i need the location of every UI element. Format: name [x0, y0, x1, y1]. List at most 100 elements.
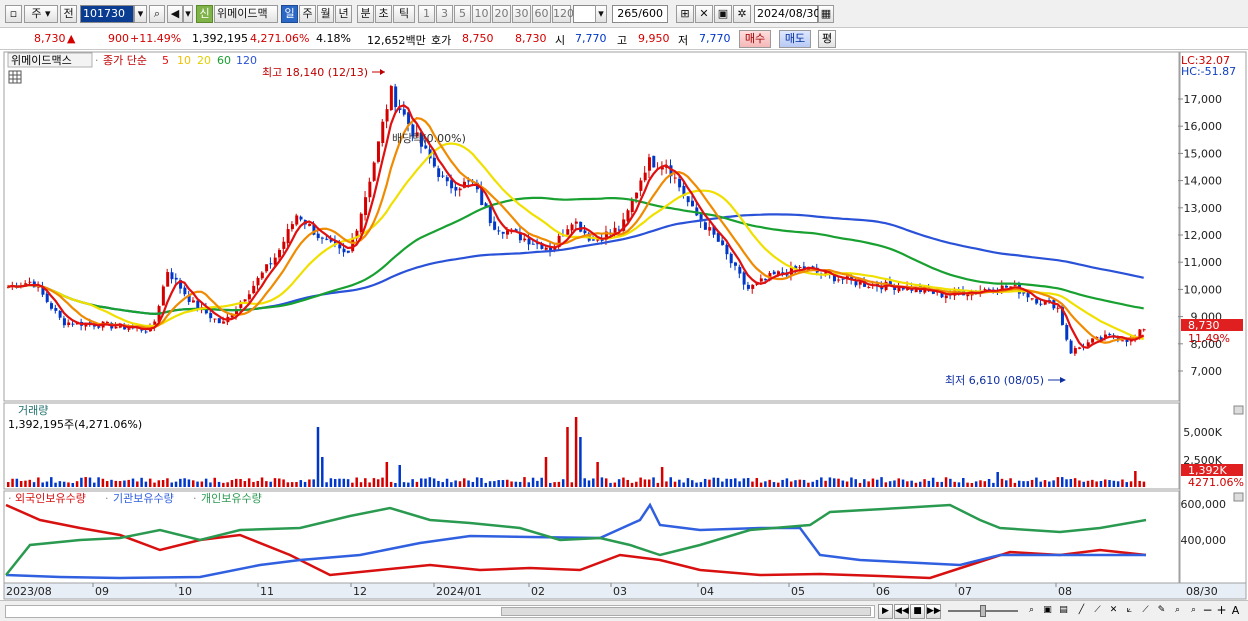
- candle-body: [213, 318, 217, 320]
- period-main-select[interactable]: 주 ▾: [24, 5, 58, 23]
- volume-bar: [643, 479, 647, 487]
- candle-body: [708, 227, 712, 231]
- speaker-icon[interactable]: ◀: [167, 5, 183, 23]
- period-sub-button[interactable]: 전: [60, 5, 77, 23]
- sell-button[interactable]: 매도: [779, 30, 811, 48]
- candle-body: [858, 281, 862, 285]
- volume-bar: [828, 477, 832, 487]
- draw-erase-icon[interactable]: ✎: [1154, 604, 1169, 619]
- chart-area[interactable]: 17,000 16,000 15,000 14,000 13,000 12,000 11,0…: [0, 50, 1248, 600]
- interval-60[interactable]: 60: [532, 5, 551, 23]
- candle-body: [523, 238, 527, 241]
- tab-tick[interactable]: 틱: [393, 5, 415, 23]
- draw-cross-icon[interactable]: ✕: [1106, 604, 1121, 619]
- volume-bar: [699, 482, 703, 487]
- candle-body: [325, 238, 329, 240]
- holdings-panel-close-icon[interactable]: [1233, 492, 1244, 502]
- draw-line-icon[interactable]: ╱: [1074, 604, 1089, 619]
- draw-trend-icon[interactable]: ⟋: [1090, 604, 1105, 619]
- candle-body: [265, 264, 269, 272]
- draw-fan-icon[interactable]: ⟋: [1138, 604, 1153, 619]
- stock-code-input[interactable]: 101730: [80, 5, 134, 23]
- gear-icon[interactable]: ✲: [733, 5, 751, 23]
- bid-price-1: 8,750: [462, 32, 494, 45]
- zoom-slider-handle[interactable]: [980, 605, 986, 617]
- ma-legend-5[interactable]: 5: [162, 54, 169, 67]
- tab-day[interactable]: 일: [281, 5, 298, 23]
- fast-forward-icon[interactable]: ▶▶: [926, 604, 941, 619]
- date-input[interactable]: 2024/08/30: [754, 5, 820, 23]
- foreign-holdings-legend[interactable]: 외국인보유수량: [15, 492, 86, 505]
- interval-10[interactable]: 10: [472, 5, 491, 23]
- volume-bar: [708, 479, 711, 487]
- volume-bar: [480, 478, 483, 487]
- candle-body: [316, 233, 320, 239]
- tab-second[interactable]: 초: [375, 5, 392, 23]
- institution-holdings-legend[interactable]: 기관보유수량: [113, 492, 174, 505]
- volume-bar: [222, 482, 225, 487]
- candle-body: [278, 249, 282, 258]
- speaker-dropdown-icon[interactable]: ▾: [183, 5, 193, 23]
- volume-bar: [376, 479, 380, 487]
- individual-holdings-legend[interactable]: 개인보유수량: [201, 492, 262, 505]
- candle-body: [867, 286, 871, 288]
- custom-interval-dropdown-icon[interactable]: ▾: [595, 5, 607, 23]
- price-axis-label: 15,000: [1184, 147, 1223, 160]
- count-field[interactable]: 265/600: [612, 5, 668, 23]
- scroll-track[interactable]: [5, 605, 875, 618]
- search-icon[interactable]: ⌕: [149, 5, 165, 23]
- crosshair-icon[interactable]: ✕: [695, 5, 713, 23]
- stop-icon[interactable]: ■: [910, 604, 925, 619]
- interval-5[interactable]: 5: [454, 5, 471, 23]
- ma-legend-60[interactable]: 60: [217, 54, 231, 67]
- table-toggle-icon[interactable]: [8, 70, 22, 84]
- zoom-in-icon[interactable]: +: [1214, 604, 1229, 619]
- interval-3[interactable]: 3: [436, 5, 453, 23]
- calendar-icon[interactable]: ▦: [818, 5, 834, 23]
- volume-bar: [669, 477, 672, 487]
- volume-bar: [381, 477, 384, 487]
- volume-bar: [897, 478, 900, 487]
- search-small-icon[interactable]: ⌕: [1170, 604, 1185, 619]
- volume-bar: [755, 478, 759, 487]
- interval-20[interactable]: 20: [492, 5, 511, 23]
- volume-panel-close-icon[interactable]: [1233, 405, 1244, 415]
- zoom-out-glass-icon[interactable]: ⌕: [1186, 604, 1201, 619]
- ma-legend-20[interactable]: 20: [197, 54, 211, 67]
- magnify-icon[interactable]: ⌕: [1024, 604, 1039, 619]
- code-dropdown-icon[interactable]: ▾: [134, 5, 147, 23]
- draw-angle-icon[interactable]: ⟀: [1122, 604, 1137, 619]
- ma-legend-10[interactable]: 10: [177, 54, 191, 67]
- scroll-right-icon[interactable]: ▶: [878, 604, 893, 619]
- hc-value: HC:-51.87: [1181, 65, 1236, 78]
- high-price: 9,950: [638, 32, 670, 45]
- volume-bar: [200, 481, 204, 487]
- interval-120[interactable]: 120: [552, 5, 574, 23]
- buy-button[interactable]: 매수: [739, 30, 771, 48]
- price-axis-label: 10,000: [1184, 283, 1223, 296]
- zoom-out-icon[interactable]: −: [1200, 604, 1215, 619]
- window-menu-icon[interactable]: ▫: [5, 5, 22, 23]
- scroll-thumb[interactable]: [501, 607, 871, 616]
- save-icon[interactable]: ▣: [714, 5, 732, 23]
- layout-split-icon[interactable]: ▤: [1056, 604, 1071, 619]
- tab-week[interactable]: 주: [299, 5, 316, 23]
- candle-type-icon[interactable]: ⊞: [676, 5, 694, 23]
- ma-legend-120[interactable]: 120: [236, 54, 257, 67]
- eval-button[interactable]: 평: [818, 30, 836, 48]
- tab-minute[interactable]: 분: [357, 5, 374, 23]
- tab-year[interactable]: 년: [335, 5, 352, 23]
- candle-body: [450, 180, 454, 189]
- tab-month[interactable]: 월: [317, 5, 334, 23]
- interval-1[interactable]: 1: [418, 5, 435, 23]
- layout-icon[interactable]: ▣: [1040, 604, 1055, 619]
- volume-bar: [93, 482, 96, 487]
- volume-bar: [475, 477, 479, 487]
- rewind-icon[interactable]: ◀◀: [894, 604, 909, 619]
- font-size-icon[interactable]: A: [1228, 604, 1243, 619]
- volume-bar: [187, 479, 191, 487]
- volume-bar: [742, 478, 746, 487]
- interval-30[interactable]: 30: [512, 5, 531, 23]
- candle-body: [368, 181, 372, 198]
- volume-bar: [919, 481, 922, 487]
